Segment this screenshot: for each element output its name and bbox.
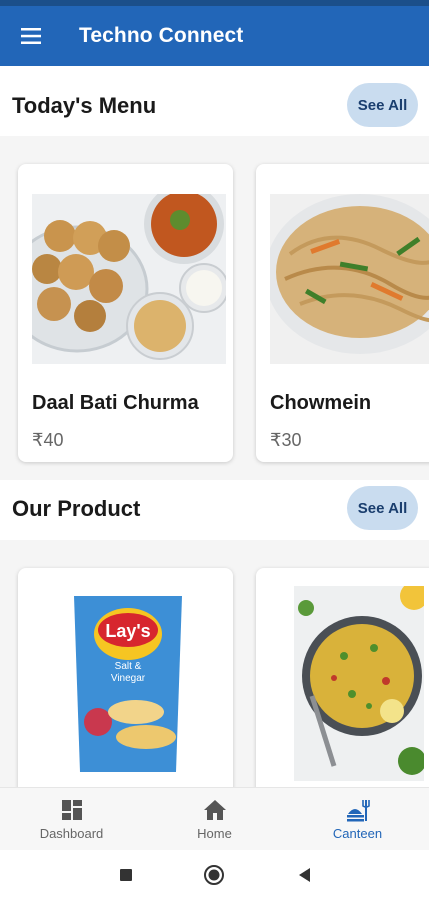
menu-item-card[interactable]: Chowmein ₹30 [256,164,429,462]
nav-label-canteen: Canteen [332,826,383,841]
our-product-title: Our Product [12,496,141,521]
back-triangle-icon [299,868,310,882]
our-product-carousel[interactable]: Lay's Salt & Vinegar [0,540,429,787]
chowmein-image [270,194,429,364]
menu-item-card[interactable]: Daal Bati Churma ₹40 [18,164,233,462]
home-system-button[interactable] [203,864,225,886]
our-product-see-all-button[interactable]: See All [347,486,418,530]
hamburger-menu-icon [21,28,41,44]
menu-button[interactable] [0,6,62,66]
app-title: Techno Connect [79,24,244,47]
system-navigation-bar [0,850,429,900]
todays-menu-header: Today's Menu See All [0,83,429,133]
dashboard-icon [61,800,82,820]
nav-label-dashboard: Dashboard [39,826,104,841]
recents-button[interactable] [115,864,137,886]
bottom-navigation: Dashboard Home Canteen [0,787,429,850]
nav-item-dashboard[interactable]: Dashboard [0,788,143,851]
product-card[interactable] [256,568,429,787]
lays-chips-image: Lay's Salt & Vinegar [68,592,188,777]
todays-menu-carousel[interactable]: Daal Bati Churma ₹40 Chowmein ₹30 [0,136,429,480]
nav-item-canteen[interactable]: Canteen [286,788,429,851]
app-bar: Techno Connect [0,6,429,66]
back-button[interactable] [293,864,315,886]
poha-image [294,586,424,781]
home-circle-icon [204,865,224,885]
our-product-header: Our Product See All [0,486,429,536]
menu-item-name: Daal Bati Churma [32,392,199,414]
home-icon [203,800,226,820]
menu-item-price: ₹40 [32,430,64,450]
nav-label-home: Home [197,826,232,841]
todays-menu-title: Today's Menu [12,93,157,118]
lays-flavor-line-2: Vinegar [111,673,146,684]
daal-bati-churma-image [32,194,226,364]
todays-menu-see-all-button[interactable]: See All [347,83,418,127]
menu-item-price: ₹30 [270,430,302,450]
lays-flavor-line-1: Salt & [115,661,142,672]
product-card[interactable]: Lay's Salt & Vinegar [18,568,233,787]
lays-brand-text: Lay's [105,621,150,641]
canteen-icon [346,800,370,822]
nav-item-home[interactable]: Home [143,788,286,851]
recents-square-icon [120,869,132,881]
menu-item-name: Chowmein [270,392,372,414]
